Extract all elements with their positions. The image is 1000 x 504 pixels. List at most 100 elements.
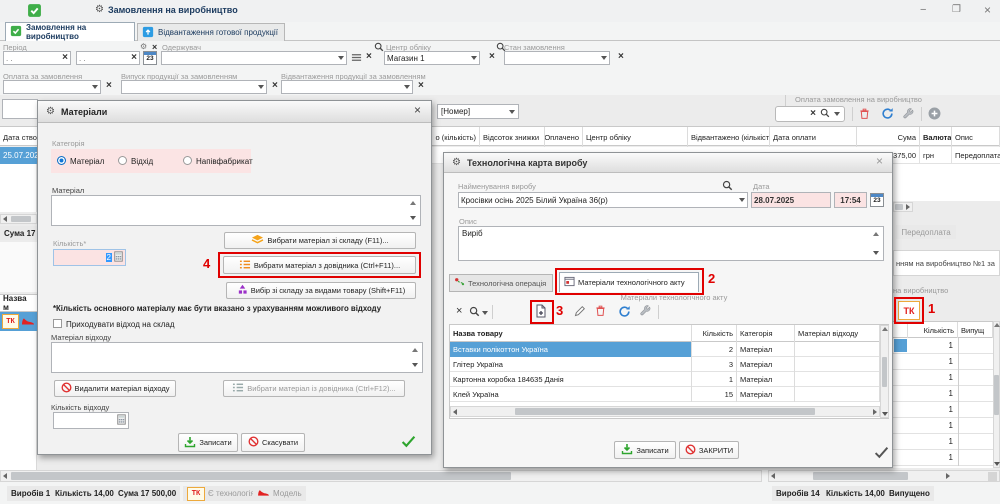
products-header-row[interactable]: Назва м (0, 294, 37, 312)
grid-header-qty[interactable]: Кількість (692, 325, 737, 342)
scroll-thumb[interactable] (882, 357, 887, 387)
window-titlebar[interactable]: ⚙ Замовлення на виробництво − ❐ × (0, 0, 1000, 22)
column-header-paydate[interactable]: Дата оплати (770, 127, 857, 147)
scroll-up-icon[interactable] (882, 327, 888, 331)
grid-row[interactable]: Вставки полікоттон Україна 2 Матеріал (450, 342, 880, 357)
materials-dialog-close-icon[interactable]: × (414, 105, 421, 115)
delete-waste-button[interactable]: Видалити матеріал відходу (54, 380, 176, 397)
calendar-icon[interactable]: 23 (143, 51, 157, 65)
pick-from-stock-button[interactable]: Вибрати матеріал зі складу (F11)... (224, 232, 416, 249)
task-row[interactable]: 1 (893, 418, 993, 434)
radio-material[interactable] (57, 156, 66, 165)
delete-icon[interactable] (595, 305, 606, 319)
column-header-date[interactable]: Дата ство (0, 127, 40, 147)
column-header-center[interactable]: Центр обліку (583, 127, 688, 147)
scroll-up-icon[interactable] (994, 323, 1000, 327)
scroll-down-icon[interactable] (882, 412, 888, 416)
center-clear-icon[interactable]: × (489, 52, 495, 62)
tasks-selector-header[interactable] (893, 322, 908, 339)
column-header-paid[interactable]: Оплачено (545, 127, 583, 147)
techcard-dialog-titlebar[interactable]: ⚙ Технологічна карта виробу × (444, 153, 892, 173)
techcard-tab-operation[interactable]: Технологічна операція (449, 274, 553, 292)
grid-clear-icon[interactable]: × (456, 306, 462, 316)
edit-icon[interactable] (574, 305, 586, 319)
tasks-released-header[interactable]: Випущ (958, 322, 993, 339)
selected-product-row[interactable]: ТК (0, 312, 37, 331)
task-row[interactable]: 1 (893, 450, 993, 466)
spin-down-icon[interactable] (410, 216, 416, 220)
task-row[interactable]: 1 (893, 402, 993, 418)
tasks-vscrollbar[interactable] (993, 321, 1000, 468)
spin-down-icon[interactable] (412, 363, 418, 367)
grid-header-name[interactable]: Назва товару (450, 325, 692, 342)
qty-input[interactable]: 2 (53, 249, 126, 266)
receiver-combo[interactable] (161, 51, 347, 65)
scroll-right-icon[interactable] (873, 409, 877, 415)
task-row[interactable]: 1 (893, 354, 993, 370)
column-header-sum[interactable]: Сума (857, 127, 920, 147)
techcard-save-button[interactable]: Записати (614, 441, 676, 459)
payment-search-box[interactable]: × (775, 106, 845, 122)
wrench-icon[interactable] (903, 108, 914, 121)
delete-icon[interactable] (859, 108, 870, 122)
wrench-icon[interactable] (640, 305, 651, 318)
state-combo[interactable] (504, 51, 610, 65)
state-clear-icon[interactable]: × (618, 52, 624, 62)
grid-search-icon[interactable] (469, 306, 480, 319)
period-from-input[interactable]: . . × (3, 51, 71, 65)
scroll-thumb[interactable] (895, 204, 903, 210)
maximize-button[interactable]: ❐ (952, 4, 961, 15)
techcard-close-button[interactable]: ЗАКРИТИ (679, 441, 739, 459)
receiver-clear-icon[interactable]: × (366, 52, 372, 62)
calendar-icon[interactable]: 23 (870, 193, 884, 207)
refresh-icon[interactable] (618, 305, 631, 320)
scroll-down-icon[interactable] (994, 462, 1000, 466)
payment-filter-combo[interactable] (3, 80, 101, 94)
product-name-combo[interactable]: Кросівки осінь 2025 Білий Україна 36(р) (458, 192, 748, 208)
column-header-discount[interactable]: Відсоток знижки (480, 127, 545, 147)
scroll-thumb[interactable] (813, 472, 908, 480)
orders-search-box[interactable] (2, 99, 38, 119)
scroll-thumb[interactable] (515, 408, 815, 415)
minimize-button[interactable]: − (920, 4, 926, 16)
task-row[interactable]: 1 (893, 370, 993, 386)
scroll-left-icon[interactable] (3, 473, 7, 479)
save-button[interactable]: Записати (178, 433, 238, 452)
spin-down-icon[interactable] (873, 251, 879, 255)
bottom-left-hscrollbar[interactable] (0, 470, 762, 482)
radio-waste[interactable] (118, 156, 127, 165)
grid-header-cat[interactable]: Категорія (737, 325, 795, 342)
payment-search-clear-icon[interactable]: × (810, 109, 816, 119)
period-to-input[interactable]: . . × (76, 51, 140, 65)
calculator-icon[interactable] (117, 414, 126, 427)
grid-hscrollbar[interactable] (450, 406, 880, 417)
waste-to-stock-checkbox[interactable] (53, 319, 62, 328)
grid-vscrollbar[interactable] (880, 325, 889, 418)
calculator-icon[interactable] (114, 251, 123, 264)
tasks-qty-header[interactable]: Кількість (908, 322, 958, 339)
task-row[interactable]: 1 (893, 386, 993, 402)
scroll-left-icon[interactable] (453, 409, 457, 415)
tab-orders[interactable]: Замовлення на виробництво (5, 22, 135, 41)
number-filter-combo[interactable]: [Номер] (437, 104, 519, 119)
payment-filter-clear-icon[interactable]: × (106, 81, 112, 91)
center-combo[interactable]: Магазин 1 (384, 51, 480, 65)
scroll-left-icon[interactable] (3, 216, 7, 222)
payment-hscrollbar[interactable] (893, 202, 913, 212)
description-textarea[interactable]: Виріб (458, 226, 884, 261)
shipment-filter-combo[interactable] (281, 80, 413, 94)
scroll-thumb[interactable] (994, 375, 999, 415)
close-button[interactable]: × (984, 3, 991, 17)
scroll-thumb[interactable] (11, 472, 511, 480)
waste-material-combo[interactable] (51, 342, 423, 373)
column-header-qty[interactable]: о (кількість) (430, 127, 480, 147)
pick-by-kind-button[interactable]: Вибір зі складу за видами товару (Shift+… (226, 282, 416, 299)
spin-up-icon[interactable] (410, 201, 416, 205)
material-combo[interactable] (51, 195, 421, 226)
grid-row[interactable]: Картонна коробка 184635 Данія 1 Матеріал (450, 372, 880, 387)
bottom-right-hscrollbar[interactable] (768, 470, 1000, 482)
release-filter-clear-icon[interactable]: × (272, 81, 278, 91)
task-row[interactable]: 1 (893, 434, 993, 450)
waste-qty-input[interactable] (53, 412, 129, 429)
spin-up-icon[interactable] (873, 232, 879, 236)
